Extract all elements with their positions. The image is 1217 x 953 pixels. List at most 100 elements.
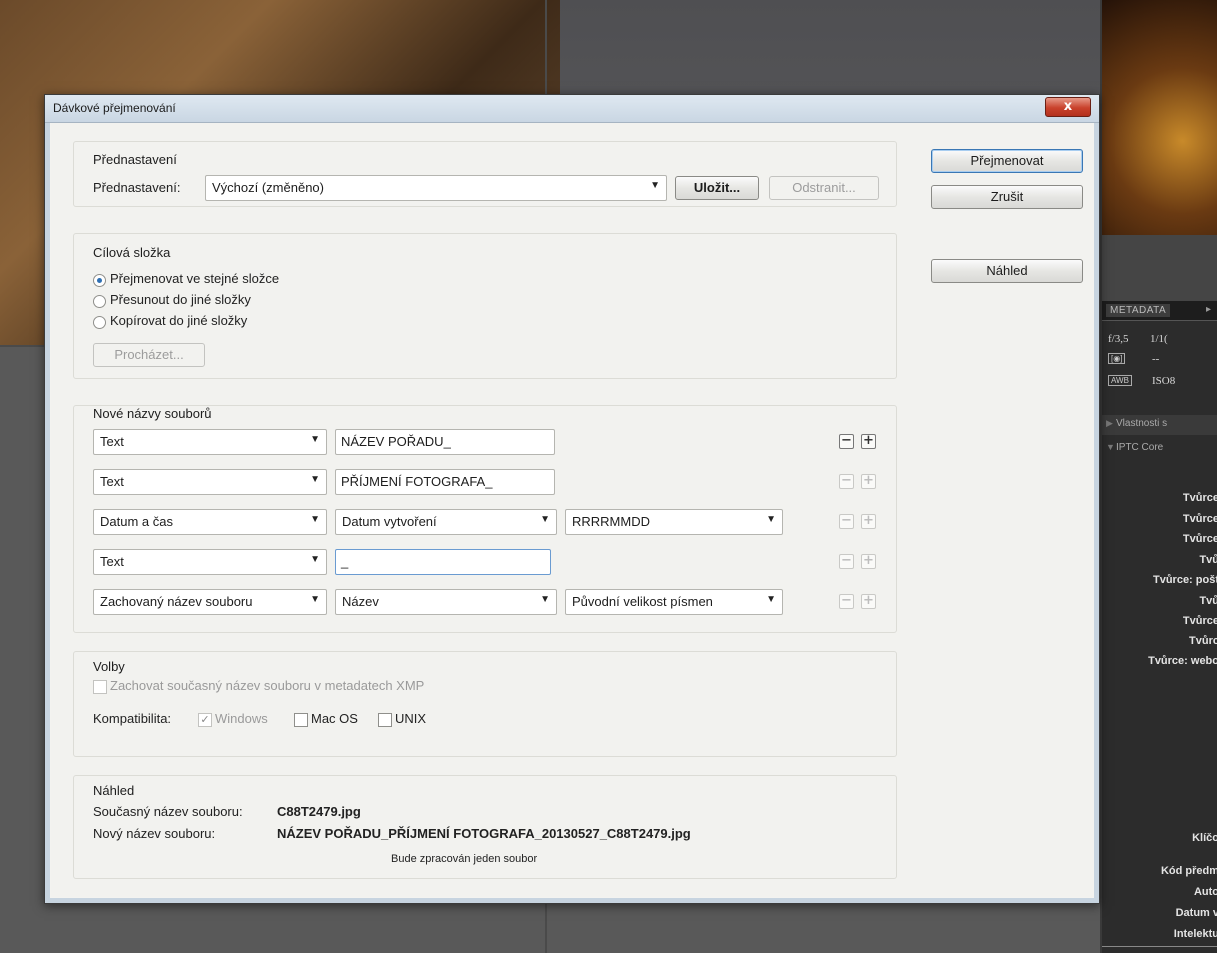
remove-row-button[interactable]: −	[839, 594, 854, 609]
chevron-down-icon: ▼	[650, 180, 660, 191]
destination-group-title: Cílová složka	[93, 245, 171, 260]
chevron-down-icon: ▼	[310, 594, 320, 605]
metadata-panel: METADATA ▸ f/3,5 1/1( [◉] -- AWB ISO8 ▶ …	[1102, 235, 1217, 953]
minus-icon: −	[841, 433, 852, 448]
tab-more-icon[interactable]: ▸	[1206, 304, 1211, 315]
awb-icon: AWB	[1108, 375, 1132, 386]
iso-value: ISO8	[1152, 375, 1176, 387]
minus-icon: −	[841, 513, 852, 528]
dropdown-value: Datum a čas	[100, 514, 173, 529]
name-part-text-input[interactable]: PŘÍJMENÍ FOTOGRAFA_	[335, 469, 555, 495]
metadata-field-label: Tvů	[1199, 595, 1217, 607]
radio-copy-folder[interactable]	[93, 316, 106, 329]
metering-icon: [◉]	[1108, 353, 1126, 364]
name-part-type-dropdown[interactable]: Text ▼	[93, 429, 327, 455]
add-row-button[interactable]: +	[861, 434, 876, 449]
name-part-type-dropdown[interactable]: Text ▼	[93, 469, 327, 495]
name-part-type-dropdown[interactable]: Datum a čas ▼	[93, 509, 327, 535]
chevron-down-icon: ▼	[310, 474, 320, 485]
dropdown-value: RRRRMMDD	[572, 514, 650, 529]
cancel-button[interactable]: Zrušit	[931, 185, 1083, 209]
expand-triangle-icon: ▼	[1106, 442, 1115, 452]
save-preset-button[interactable]: Uložit...	[675, 176, 759, 200]
metadata-field-label: Tvůrce	[1182, 533, 1217, 545]
name-part-type-dropdown[interactable]: Text ▼	[93, 549, 327, 575]
options-group-title: Volby	[93, 659, 125, 674]
date-format-dropdown[interactable]: RRRRMMDD ▼	[565, 509, 783, 535]
dropdown-value: Text	[100, 434, 124, 449]
name-part-type-dropdown[interactable]: Zachovaný název souboru ▼	[93, 589, 327, 615]
add-row-button[interactable]: +	[861, 554, 876, 569]
metadata-field-label: Tvůrce	[1182, 513, 1217, 525]
windows-checkbox[interactable]: ✓	[198, 713, 212, 727]
radio-copy-folder-label[interactable]: Kopírovat do jiné složky	[110, 313, 247, 328]
chevron-down-icon: ▼	[540, 594, 550, 605]
chevron-down-icon: ▼	[766, 594, 776, 605]
exposure-dash: --	[1152, 353, 1160, 365]
background-photo-right	[1102, 0, 1217, 235]
metadata-field-label: Tvůrce: pošt	[1152, 574, 1217, 586]
remove-row-button[interactable]: −	[839, 554, 854, 569]
radio-same-folder-label[interactable]: Přejmenovat ve stejné složce	[110, 271, 279, 286]
letter-case-dropdown[interactable]: Původní velikost písmen ▼	[565, 589, 783, 615]
metadata-field-label: Klíčo	[1192, 832, 1217, 844]
name-part-text-input[interactable]: NÁZEV POŘADU_	[335, 429, 555, 455]
browse-button[interactable]: Procházet...	[93, 343, 205, 367]
new-filename-label: Nový název souboru:	[93, 826, 216, 841]
presets-dropdown[interactable]: Výchozí (změněno) ▼	[205, 175, 667, 201]
remove-row-button[interactable]: −	[839, 434, 854, 449]
plus-icon: +	[863, 553, 874, 568]
macos-checkbox[interactable]	[294, 713, 308, 727]
name-source-dropdown[interactable]: Název ▼	[335, 589, 557, 615]
add-row-button[interactable]: +	[861, 514, 876, 529]
dialog-titlebar[interactable]: Dávkové přejmenování x	[45, 95, 1099, 123]
rename-button[interactable]: Přejmenovat	[931, 149, 1083, 173]
remove-row-button[interactable]: −	[839, 474, 854, 489]
metadata-field-label: Intelektu	[1173, 928, 1217, 940]
windows-label[interactable]: Windows	[215, 711, 268, 726]
batch-rename-dialog: Dávkové přejmenování x Přednastavení Pře…	[44, 94, 1100, 904]
plus-icon: +	[863, 593, 874, 608]
chevron-down-icon: ▼	[310, 514, 320, 525]
name-part-text-input[interactable]: _	[335, 549, 551, 575]
preserve-xmp-label[interactable]: Zachovat současný název souboru v metada…	[110, 678, 424, 693]
metadata-field-label: Tvůrce	[1182, 615, 1217, 627]
close-button[interactable]: x	[1045, 97, 1091, 117]
unix-checkbox[interactable]	[378, 713, 392, 727]
preserve-xmp-checkbox[interactable]	[93, 680, 107, 694]
remove-row-button[interactable]: −	[839, 514, 854, 529]
chevron-down-icon: ▼	[310, 434, 320, 445]
panel-gap	[1102, 235, 1217, 301]
files-count-info: Bude zpracován jeden soubor	[391, 853, 538, 865]
section-iptc-core[interactable]: ▼ IPTC Core	[1102, 439, 1217, 459]
section-title: IPTC Core	[1116, 442, 1164, 453]
radio-move-folder[interactable]	[93, 295, 106, 308]
metadata-field-label: Datum v	[1175, 907, 1217, 919]
chevron-down-icon: ▼	[766, 514, 776, 525]
section-file-properties[interactable]: ▶ Vlastnosti s	[1102, 415, 1217, 435]
unix-label[interactable]: UNIX	[395, 711, 426, 726]
minus-icon: −	[841, 553, 852, 568]
date-source-dropdown[interactable]: Datum vytvoření ▼	[335, 509, 557, 535]
preview-button[interactable]: Náhled	[931, 259, 1083, 283]
metadata-field-label: Tvů	[1199, 554, 1217, 566]
tab-metadata[interactable]: METADATA	[1106, 304, 1171, 317]
chevron-down-icon: ▼	[540, 514, 550, 525]
metadata-field-label: Tvůrce	[1182, 492, 1217, 504]
add-row-button[interactable]: +	[861, 474, 876, 489]
close-icon: x	[1063, 99, 1073, 114]
metadata-field-label: Tvůrce: webo	[1148, 655, 1217, 667]
presets-dropdown-value: Výchozí (změněno)	[212, 180, 324, 195]
exif-summary: f/3,5 1/1( [◉] -- AWB ISO8	[1108, 325, 1217, 405]
dialog-client-area: Přednastavení Přednastavení: Výchozí (zm…	[51, 123, 1093, 897]
panel-underline	[1102, 946, 1217, 947]
shutter-value: 1/1(	[1150, 333, 1168, 345]
collapse-triangle-icon: ▶	[1106, 418, 1113, 428]
delete-preset-button[interactable]: Odstranit...	[769, 176, 879, 200]
radio-move-folder-label[interactable]: Přesunout do jiné složky	[110, 292, 251, 307]
section-title: Vlastnosti s	[1116, 418, 1168, 429]
macos-label[interactable]: Mac OS	[311, 711, 358, 726]
add-row-button[interactable]: +	[861, 594, 876, 609]
radio-same-folder[interactable]	[93, 274, 106, 287]
plus-icon: +	[863, 513, 874, 528]
